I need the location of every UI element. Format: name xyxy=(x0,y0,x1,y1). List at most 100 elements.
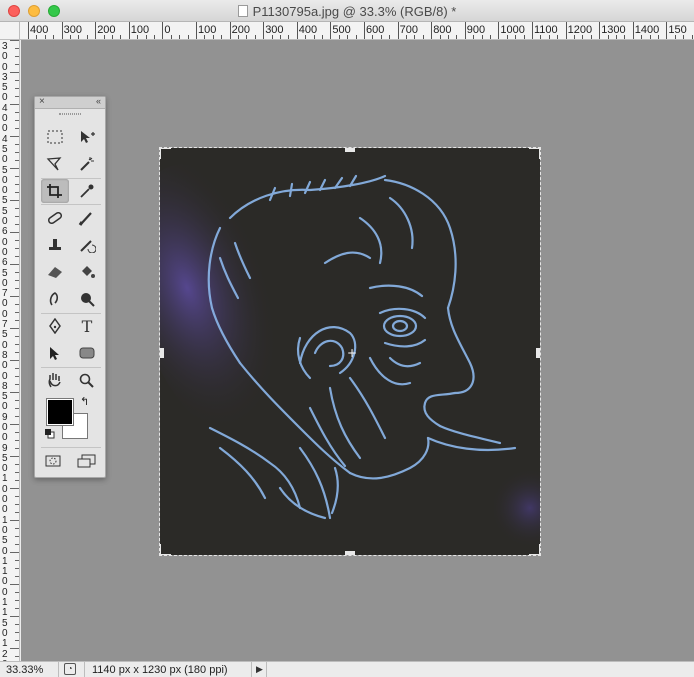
magic-wand-tool[interactable] xyxy=(73,152,101,176)
polygonal-lasso-tool[interactable] xyxy=(41,152,69,176)
status-menu-arrow-icon[interactable]: ▶ xyxy=(256,664,263,675)
crop-handle-right[interactable] xyxy=(536,348,540,358)
tools-panel-header[interactable]: × « xyxy=(35,96,105,109)
collapse-panel-button[interactable]: « xyxy=(96,96,101,106)
burn-tool[interactable] xyxy=(73,287,101,311)
zoom-tool[interactable] xyxy=(73,368,101,392)
panel-grip[interactable] xyxy=(59,113,81,115)
ruler-tick xyxy=(364,22,365,39)
document-title-text: P1130795a.jpg @ 33.3% (RGB/8) * xyxy=(252,4,457,19)
spot-healing-brush-tool[interactable] xyxy=(41,206,69,230)
ruler-label: 0 xyxy=(164,24,171,36)
blur-tool[interactable] xyxy=(41,287,69,311)
ruler-tick xyxy=(229,22,231,39)
ruler-label: 1200 xyxy=(567,24,593,36)
ruler-tick xyxy=(565,22,567,39)
move-icon xyxy=(81,131,95,143)
tools-separator xyxy=(41,204,101,205)
status-divider xyxy=(266,662,267,677)
status-divider xyxy=(251,662,252,677)
quick-mask-icon xyxy=(45,455,61,467)
arrow-cursor-icon xyxy=(50,347,59,360)
crop-handle-bottom-right[interactable] xyxy=(529,544,540,555)
crop-handle-top-right[interactable] xyxy=(529,148,540,159)
type-icon: T xyxy=(81,316,93,336)
ruler-origin[interactable] xyxy=(0,22,20,40)
pen-icon xyxy=(49,318,61,334)
tools-panel: × « T ↰ xyxy=(34,96,106,478)
swap-colors-icon[interactable]: ↰ xyxy=(80,395,89,408)
default-colors-icon[interactable] xyxy=(45,429,55,439)
ruler-label: 1400 xyxy=(634,24,660,36)
type-tool[interactable]: T xyxy=(73,314,101,338)
ruler-tick xyxy=(431,22,433,39)
rectangular-marquee-tool[interactable] xyxy=(41,125,69,149)
status-divider xyxy=(58,662,59,677)
line-drawing-photo: + xyxy=(160,148,540,555)
dodge-burn-icon xyxy=(81,293,95,307)
ruler-tick xyxy=(28,22,29,39)
magic-wand-icon xyxy=(80,157,94,171)
path-selection-tool[interactable] xyxy=(41,341,69,365)
ruler-tick xyxy=(632,22,634,39)
zoom-level-field[interactable]: 33.33% xyxy=(6,664,43,676)
title-bar: P1130795a.jpg @ 33.3% (RGB/8) * xyxy=(0,0,694,22)
ruler-tick xyxy=(162,22,164,39)
document-image[interactable]: + xyxy=(159,147,541,556)
brush-icon xyxy=(78,212,92,226)
ruler-tick xyxy=(498,22,500,39)
document-title: P1130795a.jpg @ 33.3% (RGB/8) * xyxy=(0,4,694,19)
status-divider xyxy=(84,662,85,677)
pen-tool[interactable] xyxy=(41,314,69,338)
ruler-tick xyxy=(196,22,197,39)
ruler-tick xyxy=(296,22,298,39)
ruler-tick xyxy=(128,22,130,39)
clone-stamp-tool[interactable] xyxy=(41,233,69,257)
ruler-label: 1300 xyxy=(601,24,626,36)
crop-icon xyxy=(47,184,62,198)
crop-handle-bottom-left[interactable] xyxy=(160,544,171,555)
status-bar: 33.33% ◔ 1140 px x 1230 px (180 ppi) ▶ xyxy=(0,661,694,677)
ruler-tick xyxy=(397,22,399,39)
vertical-ruler-ticks xyxy=(10,40,19,657)
hand-tool[interactable] xyxy=(41,368,69,392)
status-info-icon[interactable]: ◔ xyxy=(64,663,76,675)
crop-handle-top[interactable] xyxy=(345,148,355,152)
quick-mask-button[interactable] xyxy=(39,449,67,473)
magnifier-icon xyxy=(79,373,94,388)
ruler-tick xyxy=(330,22,332,39)
eraser-tool[interactable] xyxy=(41,260,69,284)
ruler-tick xyxy=(95,22,97,39)
crop-tool[interactable] xyxy=(41,179,69,203)
lasso-icon xyxy=(46,157,62,171)
horizontal-ruler[interactable]: 400 300 200 100 0 100 200 300 400 500 600 700 800 900… xyxy=(20,22,694,40)
foreground-color-swatch[interactable] xyxy=(46,398,74,426)
vertical-ruler[interactable]: 3 0 0 3 5 0 4 0 0 4 5 0 5 0 0 5 5 0 6 0 … xyxy=(0,40,20,661)
close-panel-button[interactable]: × xyxy=(39,96,45,107)
tools-separator xyxy=(41,447,101,448)
move-tool[interactable] xyxy=(73,125,101,149)
screen-mode-icon xyxy=(77,454,96,468)
rounded-rectangle-icon xyxy=(79,347,95,359)
ruler-tick xyxy=(666,22,668,39)
crop-handle-bottom[interactable] xyxy=(345,551,355,555)
stamp-icon xyxy=(49,239,61,250)
history-brush-icon xyxy=(80,240,96,253)
ruler-label: 1000 xyxy=(500,24,525,36)
bandage-icon xyxy=(47,211,63,225)
eyedropper-tool[interactable] xyxy=(73,179,101,203)
eyedropper-icon xyxy=(80,184,94,198)
screen-mode-button[interactable] xyxy=(73,449,101,473)
ruler-tick xyxy=(532,22,533,39)
ruler-tick xyxy=(464,22,466,39)
crop-handle-left[interactable] xyxy=(160,348,164,358)
ruler-tick xyxy=(263,22,265,39)
paint-bucket-tool[interactable] xyxy=(73,260,101,284)
marquee-icon xyxy=(47,130,63,144)
crop-handle-top-left[interactable] xyxy=(160,148,171,159)
ruler-tick xyxy=(599,22,601,39)
rounded-rectangle-tool[interactable] xyxy=(73,341,101,365)
history-brush-tool[interactable] xyxy=(73,233,101,257)
brush-tool[interactable] xyxy=(73,206,101,230)
finger-icon xyxy=(49,292,59,306)
